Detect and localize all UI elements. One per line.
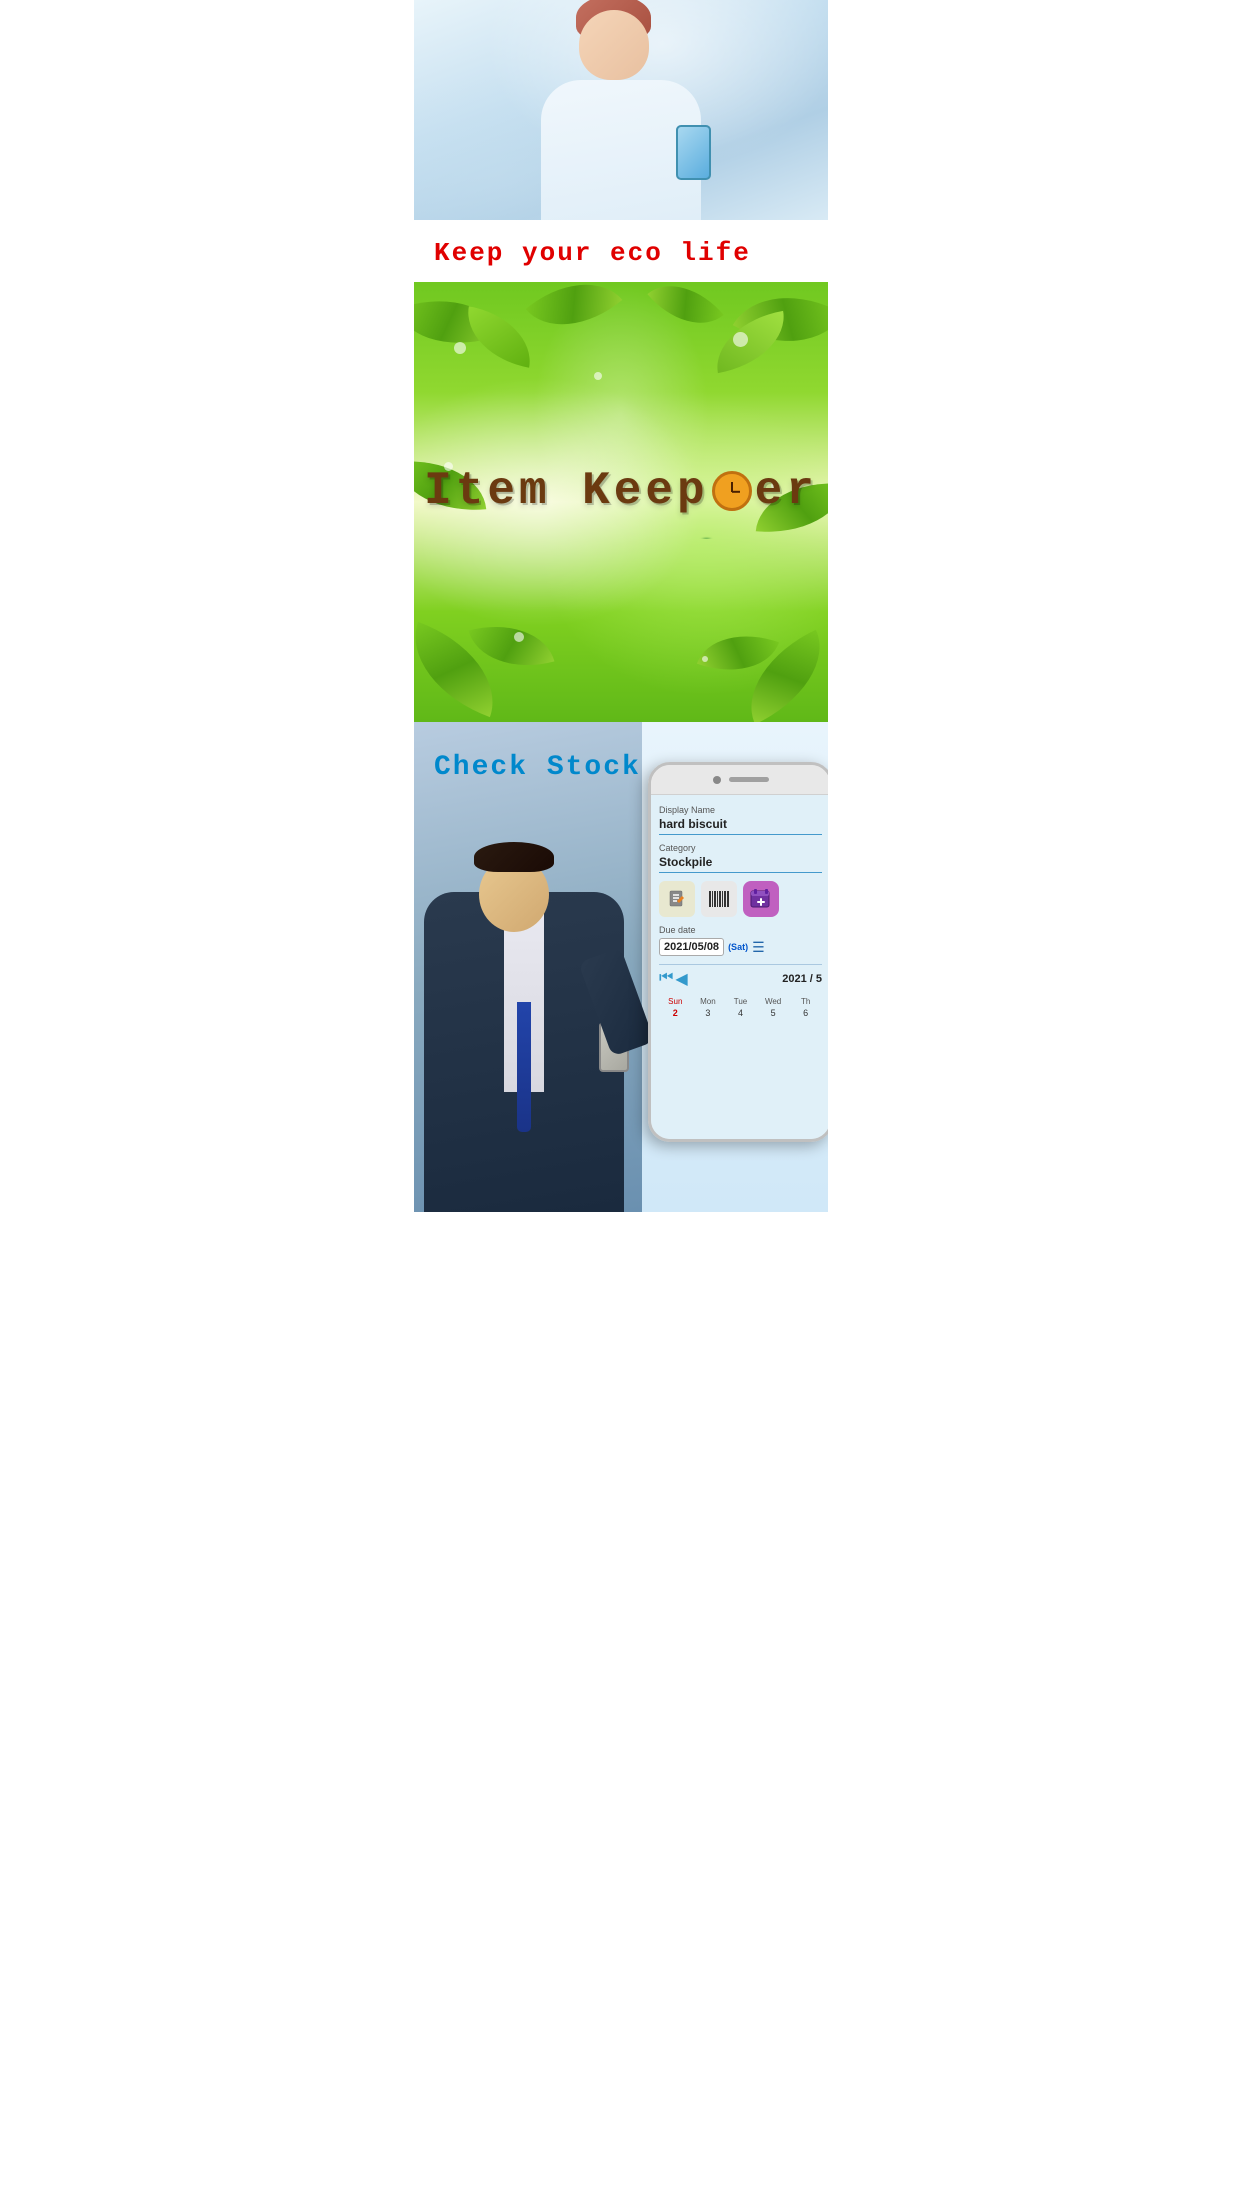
back-arrow[interactable]: ◀ <box>675 969 687 989</box>
calendar-month-label: 2021 / 5 <box>782 973 822 985</box>
calendar-prev-buttons[interactable]: ⏮ ◀ <box>659 969 688 989</box>
check-stock-text: Check Stock <box>434 752 641 783</box>
phone-screen: Display Name hard biscuit Category Stock… <box>651 795 828 1139</box>
calendar-nav: ⏮ ◀ 2021 / 5 <box>659 964 822 993</box>
nature-section: Item Keep er Item Keeper <box>414 282 828 722</box>
display-name-field: Display Name hard biscuit <box>659 805 822 835</box>
speaker-icon <box>729 777 769 782</box>
category-label: Category <box>659 843 822 853</box>
calendar-days-header: Sun Mon Tue Wed Th <box>659 997 822 1006</box>
due-date-label: Due date <box>659 925 822 935</box>
cal-day-6[interactable]: 6 <box>789 1008 822 1018</box>
display-name-value[interactable]: hard biscuit <box>659 817 822 835</box>
day-wed: Wed <box>757 997 790 1006</box>
day-mon: Mon <box>692 997 725 1006</box>
cal-day-5[interactable]: 5 <box>757 1008 790 1018</box>
cal-day-4[interactable]: 4 <box>724 1008 757 1018</box>
category-value[interactable]: Stockpile <box>659 855 822 873</box>
logo-text-part2: er <box>755 465 818 517</box>
logo-clock-icon <box>712 471 752 511</box>
display-name-label: Display Name <box>659 805 822 815</box>
day-tue: Tue <box>724 997 757 1006</box>
due-date-section: Due date 2021/05/08 (Sat) ☰ <box>659 925 822 956</box>
app-logo: Item Keep er Item Keeper <box>424 465 818 539</box>
phone-notch <box>651 765 828 795</box>
note-icon-button[interactable] <box>659 881 695 917</box>
category-field: Category Stockpile <box>659 843 822 873</box>
check-stock-label: Check Stock <box>434 752 641 783</box>
bokeh-dot <box>454 342 466 354</box>
list-icon[interactable]: ☰ <box>752 939 765 956</box>
day-thu: Th <box>789 997 822 1006</box>
barcode-icon-button[interactable] <box>701 881 737 917</box>
day-sun: Sun <box>659 997 692 1006</box>
cal-day-3[interactable]: 3 <box>692 1008 725 1018</box>
bokeh-dot <box>702 656 708 662</box>
tagline-section: Keep your eco life <box>414 220 828 282</box>
calendar-add-icon-button[interactable] <box>743 881 779 917</box>
tagline-text: Keep your eco life <box>434 238 751 268</box>
fast-back-arrow[interactable]: ⏮ <box>659 969 673 989</box>
due-date-row: 2021/05/08 (Sat) ☰ <box>659 938 822 956</box>
logo-text-part1: Item Keep <box>424 465 708 517</box>
phone-mockup: Display Name hard biscuit Category Stock… <box>648 762 828 1142</box>
cal-day-2[interactable]: 2 <box>659 1008 692 1018</box>
calendar-days-row: 2 3 4 5 6 <box>659 1008 822 1018</box>
bokeh-dot <box>514 632 524 642</box>
bokeh-dot <box>594 372 602 380</box>
bokeh-dot <box>733 332 748 347</box>
person-with-phone <box>414 722 642 1212</box>
logo-reflection: Item Keeper <box>424 536 818 539</box>
due-date-day-badge: (Sat) <box>728 942 748 952</box>
front-camera-icon <box>713 776 721 784</box>
check-stock-section: Check Stock Display Name hard biscuit Ca… <box>414 722 828 1212</box>
action-icons-row <box>659 881 822 917</box>
due-date-value[interactable]: 2021/05/08 <box>659 938 724 956</box>
hero-section <box>414 0 828 220</box>
app-logo-text: Item Keep er <box>424 465 818 517</box>
